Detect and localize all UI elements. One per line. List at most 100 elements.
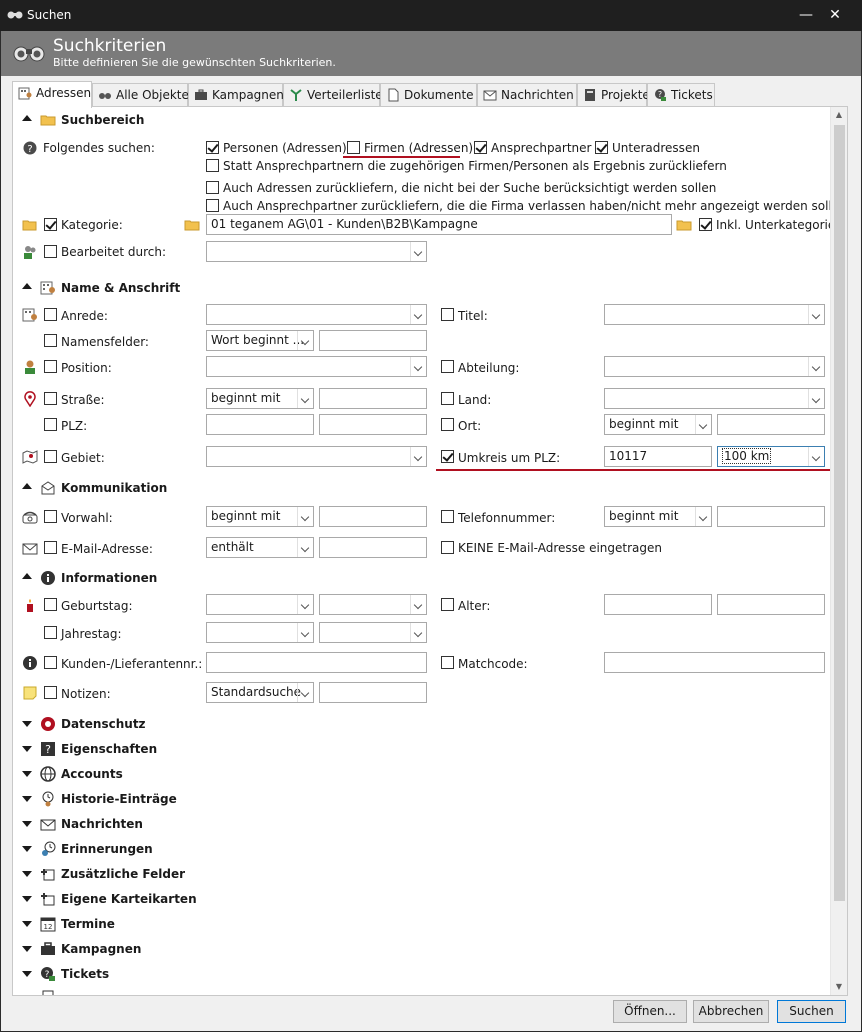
bearbeitet-checkbox[interactable] bbox=[44, 245, 57, 258]
position-checkbox[interactable] bbox=[44, 360, 57, 373]
expand-toggle-icon[interactable] bbox=[22, 721, 32, 727]
scroll-down-icon[interactable]: ▼ bbox=[831, 979, 847, 995]
inkl-unterkategorien-checkbox[interactable] bbox=[699, 218, 712, 231]
statt-checkbox[interactable] bbox=[206, 159, 219, 172]
telefon-mode-select[interactable]: beginnt mit bbox=[604, 506, 712, 527]
kundennr-checkbox[interactable] bbox=[44, 656, 57, 669]
jahrestag-from-select[interactable] bbox=[206, 622, 314, 643]
gebiet-select[interactable] bbox=[206, 446, 427, 467]
titel-checkbox[interactable] bbox=[441, 308, 454, 321]
plz-from-input[interactable] bbox=[206, 414, 314, 435]
scrollbar-thumb[interactable] bbox=[834, 125, 845, 901]
expand-toggle-icon[interactable] bbox=[22, 871, 32, 877]
jahrestag-checkbox[interactable] bbox=[44, 626, 57, 639]
close-button[interactable]: ✕ bbox=[823, 5, 847, 25]
tab-alle-objekte[interactable]: Alle Objekte bbox=[92, 83, 189, 107]
notizen-mode-select[interactable]: Standardsuche bbox=[206, 682, 314, 703]
expand-toggle-icon[interactable] bbox=[22, 896, 32, 902]
titel-select[interactable] bbox=[604, 304, 825, 325]
ort-checkbox[interactable] bbox=[441, 418, 454, 431]
folder-browse-icon[interactable] bbox=[676, 217, 692, 233]
kategorie-checkbox[interactable] bbox=[44, 218, 57, 231]
tab-nachrichten[interactable]: Nachrichten bbox=[477, 83, 577, 107]
land-checkbox[interactable] bbox=[441, 392, 454, 405]
ort-mode-select[interactable]: beginnt mit bbox=[604, 414, 712, 435]
gebiet-checkbox[interactable] bbox=[44, 450, 57, 463]
land-select[interactable] bbox=[604, 388, 825, 409]
expand-toggle-icon[interactable] bbox=[22, 796, 32, 802]
scroll-up-icon[interactable]: ▲ bbox=[831, 107, 847, 123]
open-button[interactable]: Öffnen... bbox=[613, 1000, 687, 1023]
tab-verteilerlisten[interactable]: Verteilerlisten bbox=[283, 83, 390, 107]
search-button[interactable]: Suchen bbox=[777, 1000, 846, 1023]
plz-checkbox[interactable] bbox=[44, 418, 57, 431]
email-checkbox[interactable] bbox=[44, 541, 57, 554]
expand-toggle-icon[interactable] bbox=[22, 921, 32, 927]
auch-ansprechpartner-checkbox[interactable] bbox=[206, 199, 219, 212]
expand-toggle-icon[interactable] bbox=[22, 771, 32, 777]
firmen-highlight-underline bbox=[343, 156, 460, 158]
vorwahl-input[interactable] bbox=[319, 506, 427, 527]
personen-checkbox[interactable] bbox=[206, 141, 219, 154]
geburtstag-to-select[interactable] bbox=[319, 594, 427, 615]
tab-tickets[interactable]: ? Tickets bbox=[647, 83, 715, 107]
matchcode-input[interactable] bbox=[604, 652, 825, 673]
ort-input[interactable] bbox=[717, 414, 825, 435]
alter-checkbox[interactable] bbox=[441, 598, 454, 611]
namensfelder-checkbox[interactable] bbox=[44, 334, 57, 347]
collapse-toggle-icon[interactable] bbox=[22, 283, 32, 289]
strasse-checkbox[interactable] bbox=[44, 392, 57, 405]
vertical-scrollbar[interactable]: ▲ ▼ bbox=[830, 107, 847, 995]
kundennr-input[interactable] bbox=[206, 652, 427, 673]
jahrestag-to-select[interactable] bbox=[319, 622, 427, 643]
matchcode-checkbox[interactable] bbox=[441, 656, 454, 669]
expand-toggle-icon[interactable] bbox=[22, 821, 32, 827]
namensfelder-mode-select[interactable]: Wort beginnt ... bbox=[206, 330, 314, 351]
cancel-button[interactable]: Abbrechen bbox=[693, 1000, 769, 1023]
alter-to-input[interactable] bbox=[717, 594, 825, 615]
firmen-checkbox[interactable] bbox=[347, 141, 360, 154]
anrede-checkbox[interactable] bbox=[44, 308, 57, 321]
collapse-toggle-icon[interactable] bbox=[22, 573, 32, 579]
expand-toggle-icon[interactable] bbox=[22, 846, 32, 852]
tab-projekte[interactable]: Projekte bbox=[577, 83, 650, 107]
position-select[interactable] bbox=[206, 356, 427, 377]
expand-toggle-icon[interactable] bbox=[22, 971, 32, 977]
strasse-input[interactable] bbox=[319, 388, 427, 409]
notizen-checkbox[interactable] bbox=[44, 686, 57, 699]
umkreis-km-select[interactable]: 100 km bbox=[717, 446, 825, 467]
auch-adressen-checkbox[interactable] bbox=[206, 181, 219, 194]
telefon-input[interactable] bbox=[717, 506, 825, 527]
namensfelder-input[interactable] bbox=[319, 330, 427, 351]
minimize-button[interactable]: — bbox=[794, 5, 818, 25]
collapse-toggle-icon[interactable] bbox=[22, 483, 32, 489]
tab-label: Alle Objekte bbox=[116, 88, 189, 102]
alter-from-input[interactable] bbox=[604, 594, 712, 615]
vorwahl-checkbox[interactable] bbox=[44, 510, 57, 523]
ansprechpartner-checkbox[interactable] bbox=[474, 141, 487, 154]
notizen-input[interactable] bbox=[319, 682, 427, 703]
kategorie-field[interactable]: 01 teganem AG\01 - Kunden\B2B\Kampagne bbox=[206, 214, 672, 235]
tab-kampagnen[interactable]: Kampagnen bbox=[188, 83, 284, 107]
expand-toggle-icon[interactable] bbox=[22, 746, 32, 752]
telefonnummer-checkbox[interactable] bbox=[441, 510, 454, 523]
unteradressen-checkbox[interactable] bbox=[595, 141, 608, 154]
abteilung-select[interactable] bbox=[604, 356, 825, 377]
bearbeitet-select[interactable] bbox=[206, 241, 427, 262]
abteilung-checkbox[interactable] bbox=[441, 360, 454, 373]
tab-adressen[interactable]: Adressen bbox=[12, 81, 92, 108]
expand-toggle-icon[interactable] bbox=[22, 946, 32, 952]
plz-to-input[interactable] bbox=[319, 414, 427, 435]
strasse-mode-select[interactable]: beginnt mit bbox=[206, 388, 314, 409]
umkreis-plz-input[interactable]: 10117 bbox=[604, 446, 712, 467]
tab-dokumente[interactable]: Dokumente bbox=[380, 83, 477, 107]
email-mode-select[interactable]: enthält bbox=[206, 537, 314, 558]
umkreis-checkbox[interactable] bbox=[441, 450, 454, 463]
email-input[interactable] bbox=[319, 537, 427, 558]
geburtstag-from-select[interactable] bbox=[206, 594, 314, 615]
vorwahl-mode-select[interactable]: beginnt mit bbox=[206, 506, 314, 527]
geburtstag-checkbox[interactable] bbox=[44, 598, 57, 611]
anrede-select[interactable] bbox=[206, 304, 427, 325]
keine-email-checkbox[interactable] bbox=[441, 541, 454, 554]
collapse-toggle-icon[interactable] bbox=[22, 115, 32, 121]
